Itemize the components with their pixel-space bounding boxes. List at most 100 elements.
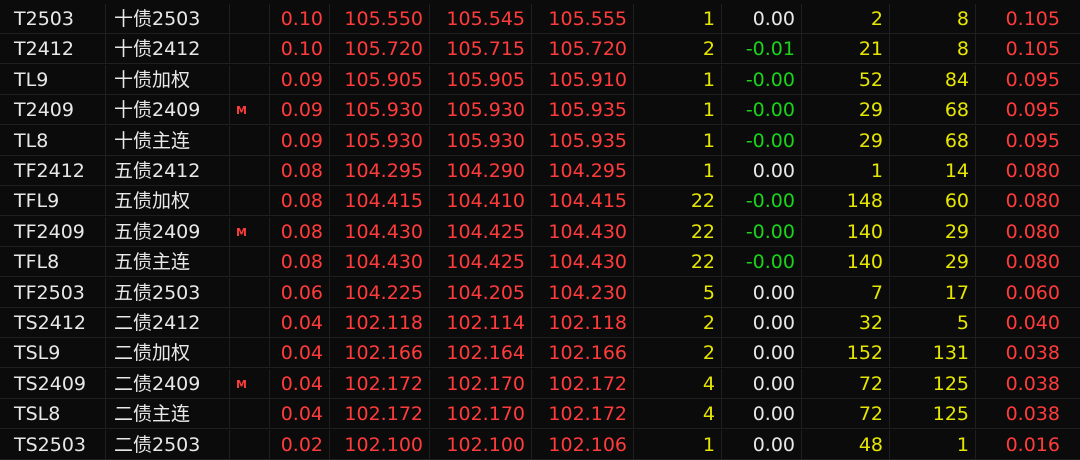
change-value: 0.09 [270,95,330,126]
current-volume: 1 [634,4,722,34]
main-contract-badge [230,156,270,186]
contract-code: T2503 [0,4,106,34]
current-volume: 1 [634,125,722,156]
table-row[interactable]: TFL9 五债加权 0.08 104.415 104.410 104.415 22 -0.00… [0,186,1080,217]
change-value: 0.08 [270,156,330,186]
current-volume: 4 [634,368,722,399]
change-value: 0.02 [270,429,330,460]
change-percent: 0.080 [1005,190,1060,213]
change-value: 0.04 [270,308,330,338]
bid-price: 102.164 [430,338,532,369]
ask-volume: 68 [890,95,976,126]
current-volume: 22 [634,186,722,217]
bid-price: 104.410 [430,186,532,217]
main-contract-badge [230,125,270,156]
contract-code: TSL8 [0,399,106,430]
table-row[interactable]: TL9 十债加权 0.09 105.905 105.905 105.910 1 -0.00 52… [0,64,1080,95]
change-value: 0.09 [270,64,330,95]
ask-price: 104.230 [532,277,634,308]
table-row[interactable]: TL8 十债主连 0.09 105.930 105.930 105.935 1 -0.00 29… [0,125,1080,156]
table-row[interactable]: TF2409 五债2409 M 0.08 104.430 104.425 104.430 22… [0,216,1080,247]
contract-code: TS2503 [0,429,106,460]
ask-volume: 125 [890,399,976,430]
bid-volume: 72 [802,368,890,399]
ask-volume: 14 [890,156,976,186]
current-volume: 22 [634,216,722,247]
last-price: 104.430 [330,216,430,247]
main-contract-badge [230,338,270,369]
bid-volume: 148 [802,186,890,217]
last-price: 105.720 [330,34,430,65]
table-row[interactable]: TFL8 五债主连 0.08 104.430 104.425 104.430 22 -0.00… [0,247,1080,278]
contract-code: TF2503 [0,277,106,308]
ask-volume: 68 [890,125,976,156]
price-diff: 0.00 [722,4,802,34]
price-diff: 0.00 [722,308,802,338]
current-volume: 5 [634,277,722,308]
bid-volume: 1 [802,156,890,186]
contract-name: 五债2503 [106,277,230,308]
contract-name: 二债主连 [106,399,230,430]
bid-volume: 7 [802,277,890,308]
change-percent: 0.095 [1005,129,1060,152]
price-diff: 0.00 [722,156,802,186]
price-diff: -0.00 [722,216,802,247]
table-row[interactable]: T2412 十债2412 0.10 105.720 105.715 105.720 2 -0.… [0,34,1080,65]
table-row[interactable]: T2503 十债2503 0.10 105.550 105.545 105.555 1 0.0… [0,4,1080,34]
bid-volume: 152 [802,338,890,369]
main-contract-badge [230,277,270,308]
current-volume: 4 [634,399,722,430]
ask-price: 105.935 [532,125,634,156]
table-row[interactable]: TS2412 二债2412 0.04 102.118 102.114 102.118 2 0.… [0,308,1080,338]
change-value: 0.09 [270,125,330,156]
ask-volume: 29 [890,216,976,247]
table-row[interactable]: T2409 十债2409 M 0.09 105.930 105.930 105.935 1 -0… [0,95,1080,126]
ask-volume: 1 [890,429,976,460]
contract-code: TF2409 [0,216,106,247]
contract-code: TS2409 [0,368,106,399]
main-contract-badge [230,429,270,460]
last-price: 102.172 [330,399,430,430]
ask-price: 105.910 [532,64,634,95]
bid-volume: 21 [802,34,890,65]
bid-price: 102.114 [430,308,532,338]
change-percent: 0.105 [1005,38,1060,61]
contract-code: TS2412 [0,308,106,338]
change-percent: 0.080 [1005,251,1060,274]
ask-volume: 29 [890,247,976,278]
change-percent: 0.080 [1005,160,1060,182]
change-percent: 0.105 [1005,8,1060,30]
price-diff: 0.00 [722,338,802,369]
table-row[interactable]: TS2409 二债2409 M 0.04 102.172 102.170 102.172 4 0… [0,368,1080,399]
ask-volume: 60 [890,186,976,217]
change-percent: 0.095 [1005,68,1060,91]
price-diff: -0.00 [722,64,802,95]
ask-price: 104.415 [532,186,634,217]
bid-price: 104.290 [430,156,532,186]
ask-price: 102.166 [532,338,634,369]
table-row[interactable]: TF2412 五债2412 0.08 104.295 104.290 104.295 1 0.… [0,156,1080,186]
contract-name: 二债加权 [106,338,230,369]
ask-price: 102.172 [532,368,634,399]
change-value: 0.10 [270,34,330,65]
table-row[interactable]: TF2503 五债2503 0.06 104.225 104.205 104.230 5 0.… [0,277,1080,308]
price-diff: 0.00 [722,429,802,460]
ask-price: 105.555 [532,4,634,34]
table-row[interactable]: TSL8 二债主连 0.04 102.172 102.170 102.172 4 0.00 72… [0,399,1080,430]
change-value: 0.08 [270,186,330,217]
change-value: 0.06 [270,277,330,308]
contract-code: TFL8 [0,247,106,278]
contract-name: 二债2412 [106,308,230,338]
change-percent: 0.060 [1005,281,1060,304]
ask-price: 102.172 [532,399,634,430]
main-contract-badge [230,308,270,338]
bid-volume: 29 [802,95,890,126]
table-row[interactable]: TS2503 二债2503 0.02 102.100 102.100 102.106 1 0.… [0,429,1080,460]
bid-price: 105.905 [430,64,532,95]
contract-name: 五债加权 [106,186,230,217]
table-row[interactable]: TSL9 二债加权 0.04 102.166 102.164 102.166 2 0.00 15… [0,338,1080,369]
bid-volume: 140 [802,216,890,247]
ask-volume: 8 [890,34,976,65]
change-value: 0.10 [270,4,330,34]
bid-price: 105.715 [430,34,532,65]
